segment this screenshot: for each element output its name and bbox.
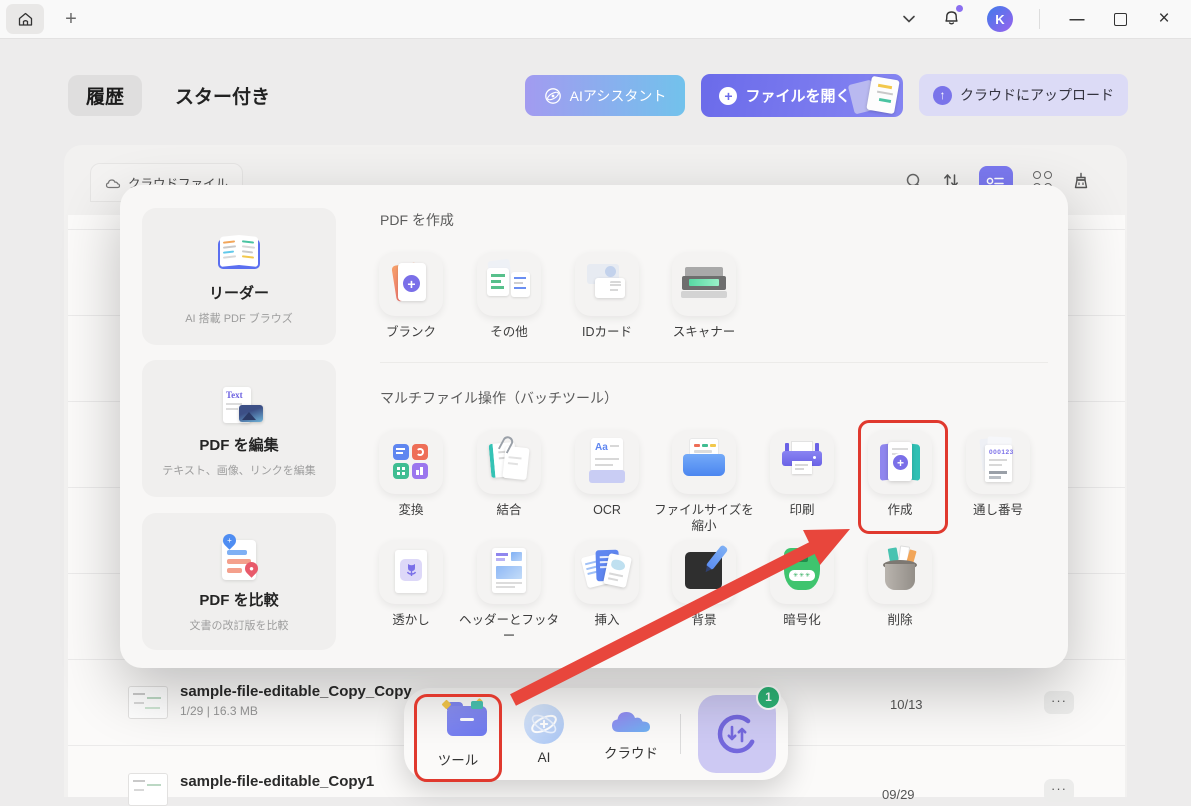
tool-scanner[interactable]: スキャナー xyxy=(672,252,736,316)
ocr-icon: Aa xyxy=(575,430,639,494)
tool-others[interactable]: その他 xyxy=(477,252,541,316)
sync-arrows-icon xyxy=(714,711,760,757)
scanner-icon xyxy=(672,252,736,316)
file-thumbnail xyxy=(128,773,168,806)
shortcut-title: PDF を比較 xyxy=(199,589,278,610)
new-tab-button[interactable]: + xyxy=(58,6,84,32)
tool-bates-number[interactable]: 000123 通し番号 xyxy=(966,430,1030,494)
home-tab[interactable] xyxy=(6,4,44,34)
shortcut-title: PDF を編集 xyxy=(199,434,278,455)
upload-cloud-label: クラウドにアップロード xyxy=(960,85,1114,105)
file-meta: 1/29 | 16.3 MB xyxy=(180,704,412,718)
cloud-colored-icon xyxy=(609,706,653,736)
row-menu-button[interactable]: ··· xyxy=(1044,779,1074,802)
tool-id-card[interactable]: IDカード xyxy=(575,252,639,316)
divider xyxy=(1039,9,1040,29)
tool-watermark[interactable]: 透かし xyxy=(379,540,443,604)
dock-item-cloud[interactable]: クラウド xyxy=(591,694,671,774)
bates-number-icon: 000123 xyxy=(966,430,1030,494)
shortcut-title: リーダー xyxy=(209,282,269,303)
highlight-box-tools-dock xyxy=(414,694,502,782)
tab-starred[interactable]: スター付き xyxy=(175,75,270,116)
blank-page-icon: + xyxy=(379,252,443,316)
ai-swirl-icon xyxy=(544,87,562,105)
shortcut-subtitle: AI 搭載 PDF ブラウズ xyxy=(185,310,293,326)
close-button[interactable]: × xyxy=(1153,8,1175,30)
open-file-label: ファイルを開く xyxy=(745,85,850,106)
background-icon xyxy=(672,540,736,604)
tool-ocr[interactable]: Aa OCR xyxy=(575,430,639,494)
section-heading-batch: マルチファイル操作（バッチツール） xyxy=(380,388,618,408)
minimize-button[interactable]: — xyxy=(1066,11,1088,28)
multiple-docs-icon xyxy=(477,252,541,316)
tool-convert[interactable]: 変換 xyxy=(379,430,443,494)
dock-ai-label: AI xyxy=(538,750,551,765)
tool-encrypt[interactable]: ✳✳✳ 暗号化 xyxy=(770,540,834,604)
shortcut-subtitle: テキスト、画像、リンクを編集 xyxy=(162,462,315,478)
shortcut-compare-pdf[interactable]: + ● PDF を比較 文書の改訂版を比較 xyxy=(142,513,336,650)
papers-illustration xyxy=(849,76,901,116)
tool-blank[interactable]: + ブランク xyxy=(379,252,443,316)
file-thumbnail xyxy=(128,686,168,719)
row-menu-button[interactable]: ··· xyxy=(1044,691,1074,714)
tool-compress[interactable]: ファイルサイズを縮小 xyxy=(672,430,736,494)
file-name: sample-file-editable_Copy1 xyxy=(180,773,374,790)
dock-item-ai[interactable]: AI xyxy=(504,694,584,774)
shortcut-subtitle: 文書の改訂版を比較 xyxy=(190,617,289,633)
insert-icon xyxy=(575,540,639,604)
avatar[interactable]: K xyxy=(987,6,1013,32)
print-icon xyxy=(770,430,834,494)
header-footer-icon xyxy=(477,540,541,604)
cleanup-icon[interactable] xyxy=(1071,171,1091,191)
file-name: sample-file-editable_Copy_Copy xyxy=(180,683,412,700)
combine-icon xyxy=(477,430,541,494)
delete-icon xyxy=(868,540,932,604)
section-heading-create: PDF を作成 xyxy=(380,210,454,230)
tool-delete[interactable]: 削除 xyxy=(868,540,932,604)
tab-history[interactable]: 履歴 xyxy=(68,75,142,116)
plus-icon: + xyxy=(719,87,737,105)
notifications-button[interactable] xyxy=(942,7,961,32)
upload-arrow-icon: ↑ xyxy=(933,86,952,105)
upload-cloud-button[interactable]: ↑ クラウドにアップロード xyxy=(919,74,1128,116)
file-date: 10/13 xyxy=(890,697,923,712)
shortcut-edit-pdf[interactable]: Text PDF を編集 テキスト、画像、リンクを編集 xyxy=(142,360,336,497)
compare-pdf-icon: + ● xyxy=(207,530,271,582)
tool-background[interactable]: 背景 xyxy=(672,540,736,604)
notification-dot xyxy=(956,5,963,12)
chevron-down-icon[interactable] xyxy=(902,14,916,24)
sync-badge: 1 xyxy=(756,685,781,710)
tool-combine[interactable]: 結合 xyxy=(477,430,541,494)
highlight-box-create-tool xyxy=(858,420,948,534)
file-date: 09/29 xyxy=(882,787,915,802)
title-bar: + K — × xyxy=(0,0,1191,39)
ai-assistant-button[interactable]: AIアシスタント xyxy=(525,75,685,116)
ai-atom-icon xyxy=(524,704,564,744)
cloud-icon xyxy=(105,177,121,189)
home-icon xyxy=(17,11,34,28)
encrypt-icon: ✳✳✳ xyxy=(770,540,834,604)
convert-icon xyxy=(379,430,443,494)
divider xyxy=(680,714,681,754)
tool-print[interactable]: 印刷 xyxy=(770,430,834,494)
ai-assistant-label: AIアシスタント xyxy=(570,86,667,106)
edit-pdf-icon: Text xyxy=(209,379,269,427)
divider xyxy=(380,362,1048,363)
maximize-button[interactable] xyxy=(1114,13,1127,26)
tool-header-footer[interactable]: ヘッダーとフッター xyxy=(477,540,541,604)
compress-icon xyxy=(672,430,736,494)
shortcut-reader[interactable]: リーダー AI 搭載 PDF ブラウズ xyxy=(142,208,336,345)
watermark-icon xyxy=(379,540,443,604)
tool-insert[interactable]: 挿入 xyxy=(575,540,639,604)
reader-book-icon xyxy=(206,227,272,275)
open-file-button[interactable]: + ファイルを開く xyxy=(701,74,903,117)
id-card-icon xyxy=(575,252,639,316)
dock-cloud-label: クラウド xyxy=(604,742,658,762)
